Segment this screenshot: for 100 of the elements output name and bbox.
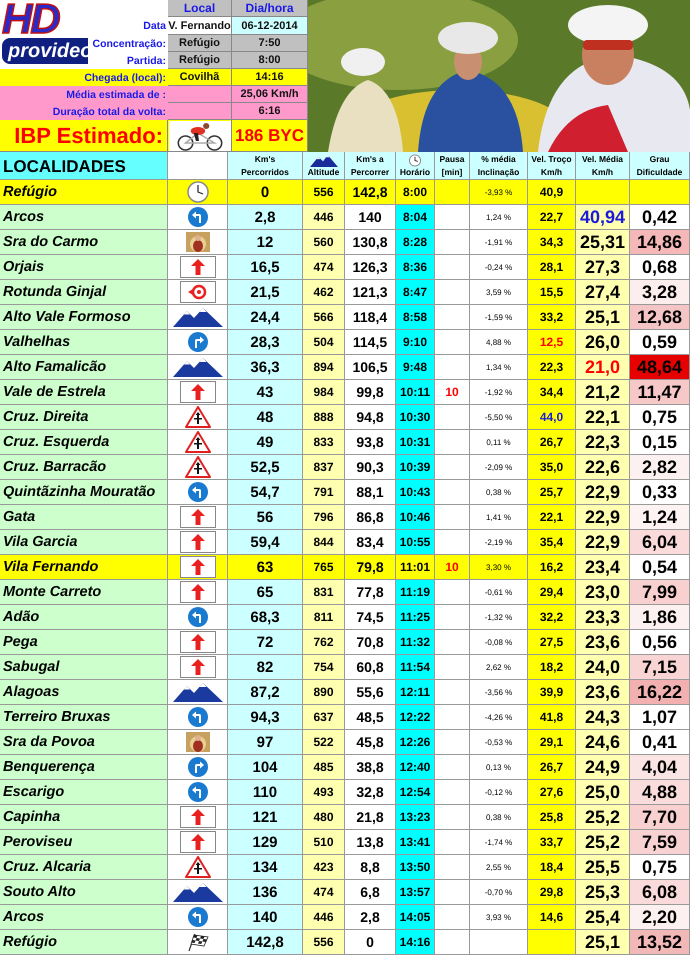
table-cell: 837 xyxy=(303,455,345,480)
table-cell: 754 xyxy=(303,655,345,680)
table-cell: 888 xyxy=(303,405,345,430)
table-cell: 13:23 xyxy=(396,805,435,830)
table-cell: 13:41 xyxy=(396,830,435,855)
table-cell: 22,7 xyxy=(528,205,576,230)
table-cell: 60,8 xyxy=(345,655,396,680)
table-cell: 43 xyxy=(228,380,303,405)
table-cell: 12,5 xyxy=(528,330,576,355)
table-cell: 10:39 xyxy=(396,455,435,480)
table-cell: 13,8 xyxy=(345,830,396,855)
table-cell: 480 xyxy=(303,805,345,830)
table-cell: 32,2 xyxy=(528,605,576,630)
table-cell: 18,4 xyxy=(528,855,576,880)
table-cell: 3,59 % xyxy=(470,280,528,305)
table-cell: 811 xyxy=(303,605,345,630)
table-cell: -1,32 % xyxy=(470,605,528,630)
table-cell: 25,3 xyxy=(576,880,630,905)
table-cell: 10 xyxy=(435,555,470,580)
table-cell: 10:55 xyxy=(396,530,435,555)
table-cell: 114,5 xyxy=(345,330,396,355)
column-header: Km/h xyxy=(592,167,614,177)
table-cell: 16,5 xyxy=(228,255,303,280)
column-header: Vel. Média xyxy=(582,154,624,164)
table-cell: 29,4 xyxy=(528,580,576,605)
table-cell: 4,04 xyxy=(630,755,690,780)
table-cell: -3,56 % xyxy=(470,680,528,705)
table-cell: 0 xyxy=(345,930,396,955)
table-cell: 126,3 xyxy=(345,255,396,280)
column-header: Altitude xyxy=(308,167,340,177)
table-cell: 35,0 xyxy=(528,455,576,480)
table-cell: 11,47 xyxy=(630,380,690,405)
column-header: Percorridos xyxy=(241,167,289,177)
table-cell: 762 xyxy=(303,630,345,655)
table-cell: 423 xyxy=(303,855,345,880)
table-cell: 6,04 xyxy=(630,530,690,555)
place-name: Peroviseu xyxy=(0,830,168,855)
table-cell: 22,3 xyxy=(528,355,576,380)
table-cell: 94,3 xyxy=(228,705,303,730)
table-cell: 12:40 xyxy=(396,755,435,780)
place-name: Cruz. Alcaria xyxy=(0,855,168,880)
table-cell: 12:22 xyxy=(396,705,435,730)
table-cell: 0,75 xyxy=(630,855,690,880)
table-cell: 25,06 Km/h xyxy=(232,86,308,103)
table-cell: 28,3 xyxy=(228,330,303,355)
table-cell: 2,82 xyxy=(630,455,690,480)
table-cell: 14,6 xyxy=(528,905,576,930)
column-header: Pausa xyxy=(439,154,465,164)
table-cell: 522 xyxy=(303,730,345,755)
table-cell: 1,24 % xyxy=(470,205,528,230)
table-cell: -1,91 % xyxy=(470,230,528,255)
column-header: Dia/hora xyxy=(232,0,308,17)
table-cell: 3,28 xyxy=(630,280,690,305)
table-cell: 23,6 xyxy=(576,680,630,705)
table-cell: 23,0 xyxy=(576,580,630,605)
table-cell: 10:31 xyxy=(396,430,435,455)
table-cell: 10 xyxy=(435,380,470,405)
table-cell: 87,2 xyxy=(228,680,303,705)
table-cell: 4,88 xyxy=(630,780,690,805)
table-cell: 13,52 xyxy=(630,930,690,955)
place-name: Refúgio xyxy=(0,180,168,205)
table-cell: 890 xyxy=(303,680,345,705)
table-cell: 06-12-2014 xyxy=(232,17,308,35)
table-cell: 8:00 xyxy=(232,52,308,69)
table-cell: 49 xyxy=(228,430,303,455)
table-cell: 0,11 % xyxy=(470,430,528,455)
table-cell: 3,93 % xyxy=(470,905,528,930)
table-cell: 142,8 xyxy=(228,930,303,955)
table-cell: 14:05 xyxy=(396,905,435,930)
table-cell: 8,8 xyxy=(345,855,396,880)
table-cell: -2,19 % xyxy=(470,530,528,555)
column-header: Grau xyxy=(650,154,670,164)
table-cell: 94,8 xyxy=(345,405,396,430)
table-cell: 24,4 xyxy=(228,305,303,330)
place-name: Quintãzinha Mouratão xyxy=(0,480,168,505)
table-cell: 24,6 xyxy=(576,730,630,755)
table-cell: 23,4 xyxy=(576,555,630,580)
place-name: Alto Famalicão xyxy=(0,355,168,380)
table-cell: 93,8 xyxy=(345,430,396,455)
table-cell: 26,0 xyxy=(576,330,630,355)
table-cell: 140 xyxy=(345,205,396,230)
table-cell: 493 xyxy=(303,780,345,805)
table-cell: 9:48 xyxy=(396,355,435,380)
table-cell: 22,3 xyxy=(576,430,630,455)
table-cell: -0,24 % xyxy=(470,255,528,280)
table-cell: 796 xyxy=(303,505,345,530)
table-cell: 446 xyxy=(303,905,345,930)
table-cell: 474 xyxy=(303,880,345,905)
table-cell: Refúgio xyxy=(168,52,232,69)
table-cell: 12 xyxy=(228,230,303,255)
place-name: Cruz. Esquerda xyxy=(0,430,168,455)
table-cell: 7:50 xyxy=(232,35,308,52)
table-cell: 25,31 xyxy=(576,230,630,255)
table-cell: 3,30 % xyxy=(470,555,528,580)
table-cell: 765 xyxy=(303,555,345,580)
table-cell: 25,5 xyxy=(576,855,630,880)
place-name: Refúgio xyxy=(0,930,168,955)
place-name: Benquerença xyxy=(0,755,168,780)
table-cell: 10:11 xyxy=(396,380,435,405)
place-name: Capinha xyxy=(0,805,168,830)
